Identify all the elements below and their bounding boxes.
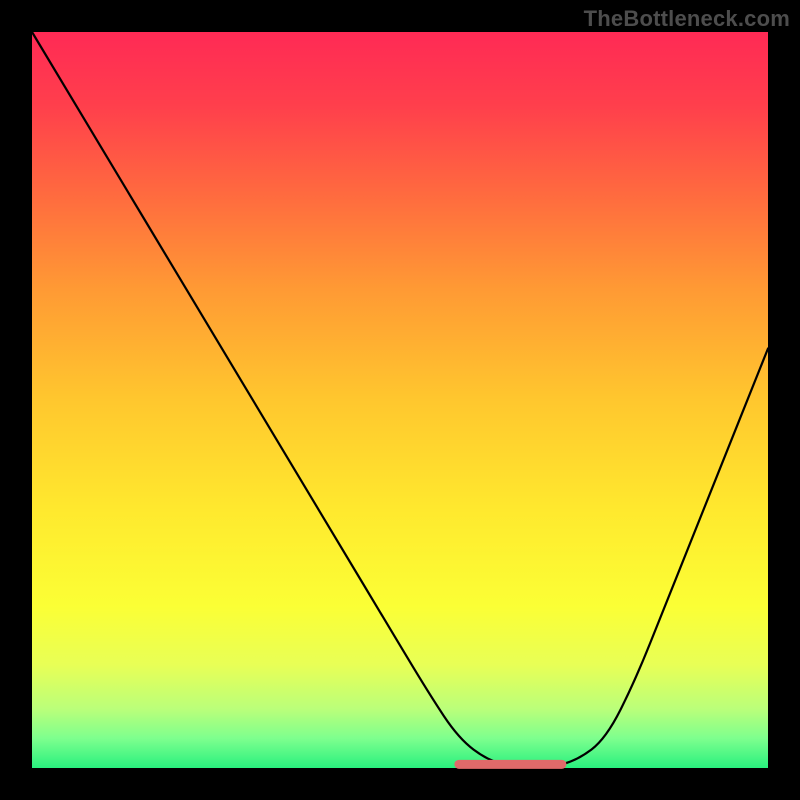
chart-svg — [32, 32, 768, 768]
watermark-text: TheBottleneck.com — [584, 6, 790, 32]
bottleneck-curve — [32, 32, 768, 768]
chart-frame: TheBottleneck.com — [0, 0, 800, 800]
plot-area — [32, 32, 768, 768]
